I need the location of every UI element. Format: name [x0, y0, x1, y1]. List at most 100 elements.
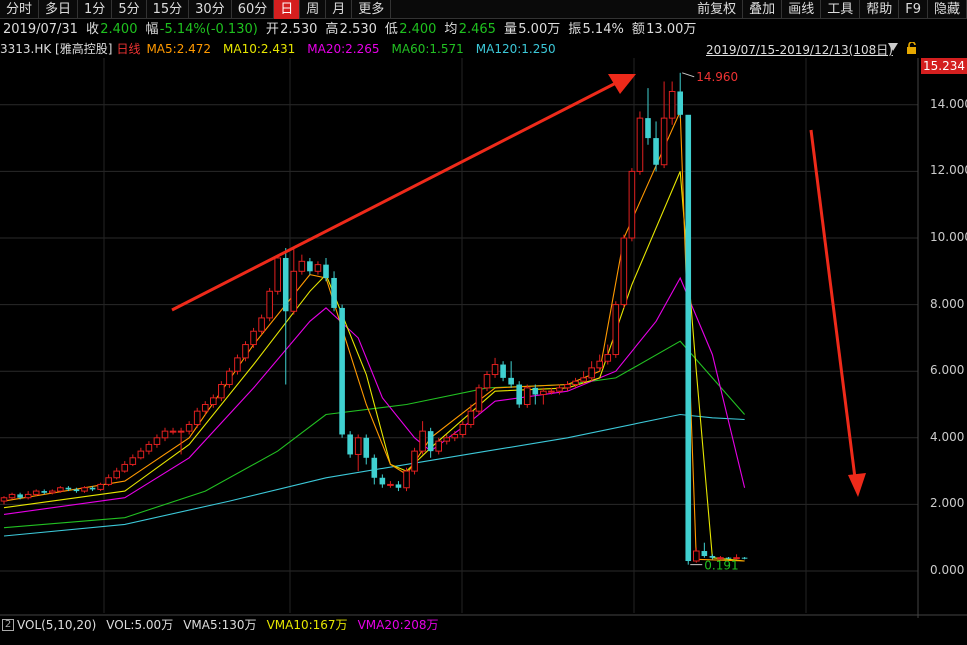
candle-body-up — [161, 430, 169, 439]
candle-body-up — [596, 360, 604, 369]
candle-body-up — [298, 260, 306, 272]
candle-body-up — [218, 384, 225, 399]
candle-body-up — [660, 117, 668, 166]
candle-body-up — [266, 290, 273, 319]
candle-body-up — [556, 387, 563, 392]
candle-body-up — [121, 463, 129, 472]
tab-60min[interactable]: 60分 — [232, 0, 275, 19]
period-tabs: 分时 多日 1分 5分 15分 30分 60分 日 周 月 更多 — [0, 0, 392, 19]
tab-15min[interactable]: 15分 — [147, 0, 190, 19]
y-tick-label: 14.000 — [930, 96, 967, 111]
candle-body-up — [81, 487, 88, 492]
candle-body-up — [169, 430, 177, 433]
stock-code[interactable]: 3313.HK [雅高控股] — [0, 41, 112, 57]
amplitude-label: 振 — [568, 22, 582, 37]
kline-chart[interactable]: 14.960 0.191 — [0, 58, 967, 618]
candle-body-down — [395, 484, 402, 488]
f9-button[interactable]: F9 — [899, 0, 928, 19]
volume-legend-row: 2 VOL(5,10,20) VOL:5.00万 VMA5:130万 VMA10… — [0, 617, 449, 633]
candle-body-up — [548, 390, 555, 393]
low-value: 2.400 — [399, 22, 437, 37]
candle-body-down — [89, 487, 96, 490]
tools-button[interactable]: 工具 — [821, 0, 861, 19]
volume-value: 5.00万 — [518, 22, 561, 37]
amplitude-value: 5.14% — [582, 22, 624, 37]
tab-monthly[interactable]: 月 — [326, 0, 353, 19]
open-label: 开 — [265, 22, 279, 37]
high-price-label: 14.960 — [696, 70, 738, 84]
candle-body-up — [226, 370, 233, 386]
lock-icon[interactable] — [905, 42, 919, 54]
dropdown-arrow-icon[interactable] — [888, 43, 898, 51]
candle-body-down — [532, 387, 539, 395]
candle-body-up — [49, 490, 56, 494]
candle-body-down — [701, 551, 708, 557]
tab-multiday[interactable]: 多日 — [39, 0, 79, 19]
help-button[interactable]: 帮助 — [860, 0, 900, 19]
candle-body-up — [258, 317, 265, 332]
quote-info-row: 2019/07/31 收 2.400 幅 -5.14%(-0.130) 开 2.… — [0, 21, 696, 39]
candle-body-down — [709, 556, 716, 558]
candle-body-down — [379, 477, 386, 485]
low-label: 低 — [384, 22, 398, 37]
candle-body-up — [185, 423, 193, 432]
candle-body-down — [17, 494, 23, 498]
candle-body-up — [403, 470, 410, 489]
candle-body-down — [645, 118, 651, 139]
candle-body-up — [588, 367, 595, 379]
vma20-value: VMA20:208万 — [357, 618, 439, 632]
tab-timeshare[interactable]: 分时 — [0, 0, 40, 19]
candle-body-down — [41, 491, 48, 493]
hide-button[interactable]: 隐藏 — [928, 0, 967, 19]
candle-body-up — [145, 443, 153, 452]
ma120-legend: MA120:1.250 — [475, 42, 556, 56]
candle-body-down — [282, 257, 289, 312]
candle-body-up — [97, 483, 104, 490]
adjust-forward-button[interactable]: 前复权 — [691, 0, 744, 19]
tool-buttons: 前复权 叠加 画线 工具 帮助 F9 隐藏 — [691, 0, 967, 19]
candle-body-up — [540, 390, 547, 396]
avg-label: 均 — [444, 22, 458, 37]
candle-body-up — [105, 477, 112, 485]
candle-body-up — [57, 487, 64, 492]
candle-body-up — [451, 433, 459, 439]
change-value: -5.14%(-0.130) — [159, 22, 258, 37]
tab-30min[interactable]: 30分 — [189, 0, 232, 19]
y-tick-label: 12.000 — [930, 163, 967, 178]
date-range-link[interactable]: 2019/07/15-2019/12/13(108日) — [706, 41, 893, 58]
tab-1min[interactable]: 1分 — [78, 0, 113, 19]
overlay-button[interactable]: 叠加 — [743, 0, 783, 19]
candle-body-up — [201, 404, 209, 412]
indicator-switch-icon[interactable]: 2 — [2, 619, 14, 631]
candle-body-up — [314, 264, 322, 272]
tab-daily[interactable]: 日 — [274, 0, 301, 19]
high-label: 高 — [325, 22, 339, 37]
y-tick-label: 2.000 — [930, 496, 965, 511]
vma5-value: VMA5:130万 — [183, 618, 257, 632]
draw-button[interactable]: 画线 — [782, 0, 822, 19]
y-tick-label: 4.000 — [930, 429, 965, 444]
tab-more[interactable]: 更多 — [352, 0, 392, 19]
vol-value: VOL:5.00万 — [106, 618, 174, 632]
downtrend-arrow-head — [848, 473, 866, 497]
tab-weekly[interactable]: 周 — [300, 0, 327, 19]
candle-body-up — [604, 354, 612, 362]
candle-body-up — [564, 384, 571, 389]
candle-body-down — [307, 261, 313, 272]
candle-body-up — [137, 450, 145, 459]
y-tick-label: 0.000 — [930, 563, 965, 577]
candle-body-down — [347, 434, 353, 455]
candle-body-down — [516, 384, 522, 405]
tab-5min[interactable]: 5分 — [112, 0, 147, 19]
candle-body-up — [475, 387, 483, 412]
candle-body-up — [483, 374, 491, 389]
amount-label: 额 — [631, 22, 645, 37]
candle-body-down — [331, 277, 337, 308]
candle-body-down — [371, 457, 378, 478]
candle-body-up — [620, 237, 628, 306]
downtrend-arrow-line — [809, 129, 857, 479]
candle-body-up — [0, 497, 8, 502]
candle-body-down — [427, 431, 434, 452]
candle-body-up — [129, 457, 137, 465]
current-price-box: 15.234 — [921, 58, 967, 74]
